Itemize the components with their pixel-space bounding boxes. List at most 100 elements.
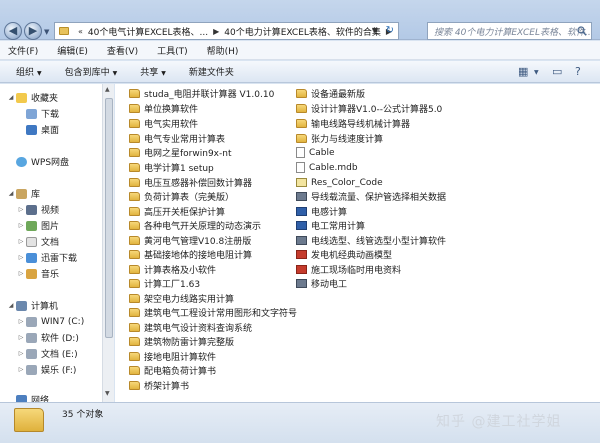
file-name: 输电线路导线机械计算器 [311,120,411,130]
search-icon[interactable] [577,26,587,36]
scroll-thumb[interactable] [105,98,113,338]
preview-pane-icon[interactable]: ▭ [552,65,562,78]
document-icon [296,147,305,158]
address-dropdown-icon[interactable]: ▼ [372,26,378,35]
nav-music[interactable]: ▷ 音乐 [16,267,59,280]
forward-button[interactable]: ▶ [24,22,42,40]
scroll-down-icon[interactable]: ▼ [105,390,110,397]
list-item[interactable]: 高压开关柜保护计算 [129,205,225,218]
list-item[interactable]: 施工现场临时用电资料 [296,263,401,276]
refresh-icon[interactable]: ↻ [386,25,394,36]
watermark: 知乎 @建工社学姐 [436,414,562,430]
breadcrumb-separator-icon[interactable]: « [78,27,83,36]
help-icon[interactable]: ? [575,65,581,78]
chevron-down-icon[interactable]: ▼ [534,69,539,76]
list-item[interactable]: 基础接地体的接地电阻计算 [129,248,252,261]
history-dropdown-icon[interactable]: ▼ [44,28,49,36]
nav-drive-d[interactable]: ▷ 软件 (D:) [16,331,79,344]
list-item[interactable]: 桥架计算书 [129,379,189,392]
list-item[interactable]: 各种电气开关原理的动态演示 [129,219,261,232]
back-button[interactable]: ◀ [4,22,22,40]
folder-icon [129,250,140,259]
list-item[interactable]: 设计计算器V1.0--公式计算器5.0 [296,102,442,115]
file-name: Cable [309,147,335,158]
list-item[interactable]: Cable [296,146,335,159]
address-bar[interactable]: « 40个电气计算EXCEL表格、... ▶ 40个电力计算EXCEL表格、软件… [54,22,399,40]
nav-wps-drive[interactable]: WPS网盘 [16,155,69,168]
file-name: 张力与线速度计算 [311,135,384,145]
list-item[interactable]: 计算工厂1.63 [129,277,200,290]
nav-videos[interactable]: ▷ 视频 [16,203,59,216]
expand-icon[interactable]: ▷ [16,318,26,325]
list-item[interactable]: 电工常用计算 [296,219,365,232]
menu-help[interactable]: 帮助(H) [207,44,239,57]
expand-icon[interactable]: ▷ [16,334,26,341]
menu-file[interactable]: 文件(F) [8,44,38,57]
list-item[interactable]: 电气实用软件 [129,117,198,130]
nav-computer[interactable]: ◢ 计算机 [6,299,58,312]
list-item[interactable]: 电线选型、线管选型小型计算软件 [296,234,446,247]
list-item[interactable]: 张力与线速度计算 [296,132,383,145]
list-item[interactable]: 发电机经典动画模型 [296,248,392,261]
address-row: ◀ ▶ ▼ « 40个电气计算EXCEL表格、... ▶ 40个电力计算EXCE… [0,0,600,40]
list-item[interactable]: 导线载流量、保护管选择相关数据 [296,190,446,203]
list-item[interactable]: 黄河电气管理V10.8注册版 [129,234,251,247]
view-options-icon[interactable]: ▦ [518,65,528,78]
share-button[interactable]: 共享 ▼ [140,65,166,78]
nav-downloads[interactable]: 下载 [26,107,59,120]
search-input[interactable]: 搜索 40个电力计算EXCEL表格、软件... [427,22,592,40]
list-item[interactable]: 电学计算1 setup [129,161,214,174]
organize-button[interactable]: 组织 ▼ [16,65,42,78]
list-item[interactable]: Cable.mdb [296,161,358,174]
expand-icon[interactable]: ▷ [16,270,26,277]
expand-icon[interactable]: ◢ [6,190,16,197]
list-item[interactable]: 电感计算 [296,205,347,218]
nav-network[interactable]: 网络 [16,393,49,402]
nav-favorites[interactable]: ◢ 收藏夹 [6,91,58,104]
menu-edit[interactable]: 编辑(E) [57,44,88,57]
nav-drive-e[interactable]: ▷ 文档 (E:) [16,347,78,360]
expand-icon[interactable]: ◢ [6,94,16,101]
file-name: 建筑电气工程设计常用图形和文字符号 [144,309,298,319]
list-item[interactable]: studa_电阻并联计算器 V1.0.10 [129,87,274,100]
nav-pictures[interactable]: ▷ 图片 [16,219,59,232]
nav-documents[interactable]: ▷ 文档 [16,235,59,248]
nav-desktop[interactable]: 桌面 [26,123,59,136]
list-item[interactable]: 电网之星forwin9x-nt [129,146,231,159]
list-item[interactable]: 移动电工 [296,277,347,290]
list-item[interactable]: 电压互感器补偿回数计算器 [129,176,252,189]
expand-icon[interactable]: ▷ [16,366,26,373]
expand-icon[interactable]: ▷ [16,238,26,245]
expand-icon[interactable]: ▷ [16,254,26,261]
list-item[interactable]: 架空电力线路实用计算 [129,292,234,305]
list-item[interactable]: 负荷计算表（完美版） [129,190,234,203]
list-item[interactable]: 输电线路导线机械计算器 [296,117,410,130]
new-folder-button[interactable]: 新建文件夹 [189,65,234,78]
include-in-library-button[interactable]: 包含到库中 ▼ [65,65,118,78]
list-item[interactable]: 配电箱负荷计算书 [129,364,216,377]
nav-scrollbar[interactable]: ▲ ▼ [102,84,114,402]
nav-drive-f[interactable]: ▷ 娱乐 (F:) [16,363,76,376]
list-item[interactable]: 单位换算软件 [129,102,198,115]
menu-view[interactable]: 查看(V) [107,44,138,57]
list-item[interactable]: 建筑电气设计资料查询系统 [129,321,252,334]
list-item[interactable]: 建筑电气工程设计常用图形和文字符号 [129,306,297,319]
nav-drive-c[interactable]: ▷ WIN7 (C:) [16,315,84,328]
list-item[interactable]: Res_Color_Code [296,176,383,189]
list-item[interactable]: 接地电阻计算软件 [129,350,216,363]
list-item[interactable]: 电气专业常用计算表 [129,132,225,145]
nav-library[interactable]: ◢ 库 [6,187,40,200]
expand-icon[interactable]: ▷ [16,350,26,357]
menu-tools[interactable]: 工具(T) [157,44,188,57]
expand-icon[interactable]: ▷ [16,206,26,213]
breadcrumb-item[interactable]: 40个电气计算EXCEL表格、... [88,25,208,38]
scroll-up-icon[interactable]: ▲ [105,86,110,93]
list-item[interactable]: 设备通最新版 [296,87,365,100]
breadcrumb-chevron-icon[interactable]: ▶ [213,27,219,36]
breadcrumb-item[interactable]: 40个电力计算EXCEL表格、软件的合集 [224,25,381,38]
list-item[interactable]: 计算表格及小软件 [129,263,216,276]
expand-icon[interactable]: ◢ [6,302,16,309]
nav-thunder-downloads[interactable]: ▷ 迅雷下载 [16,251,77,264]
list-item[interactable]: 建筑物防雷计算完整版 [129,335,234,348]
expand-icon[interactable]: ▷ [16,222,26,229]
